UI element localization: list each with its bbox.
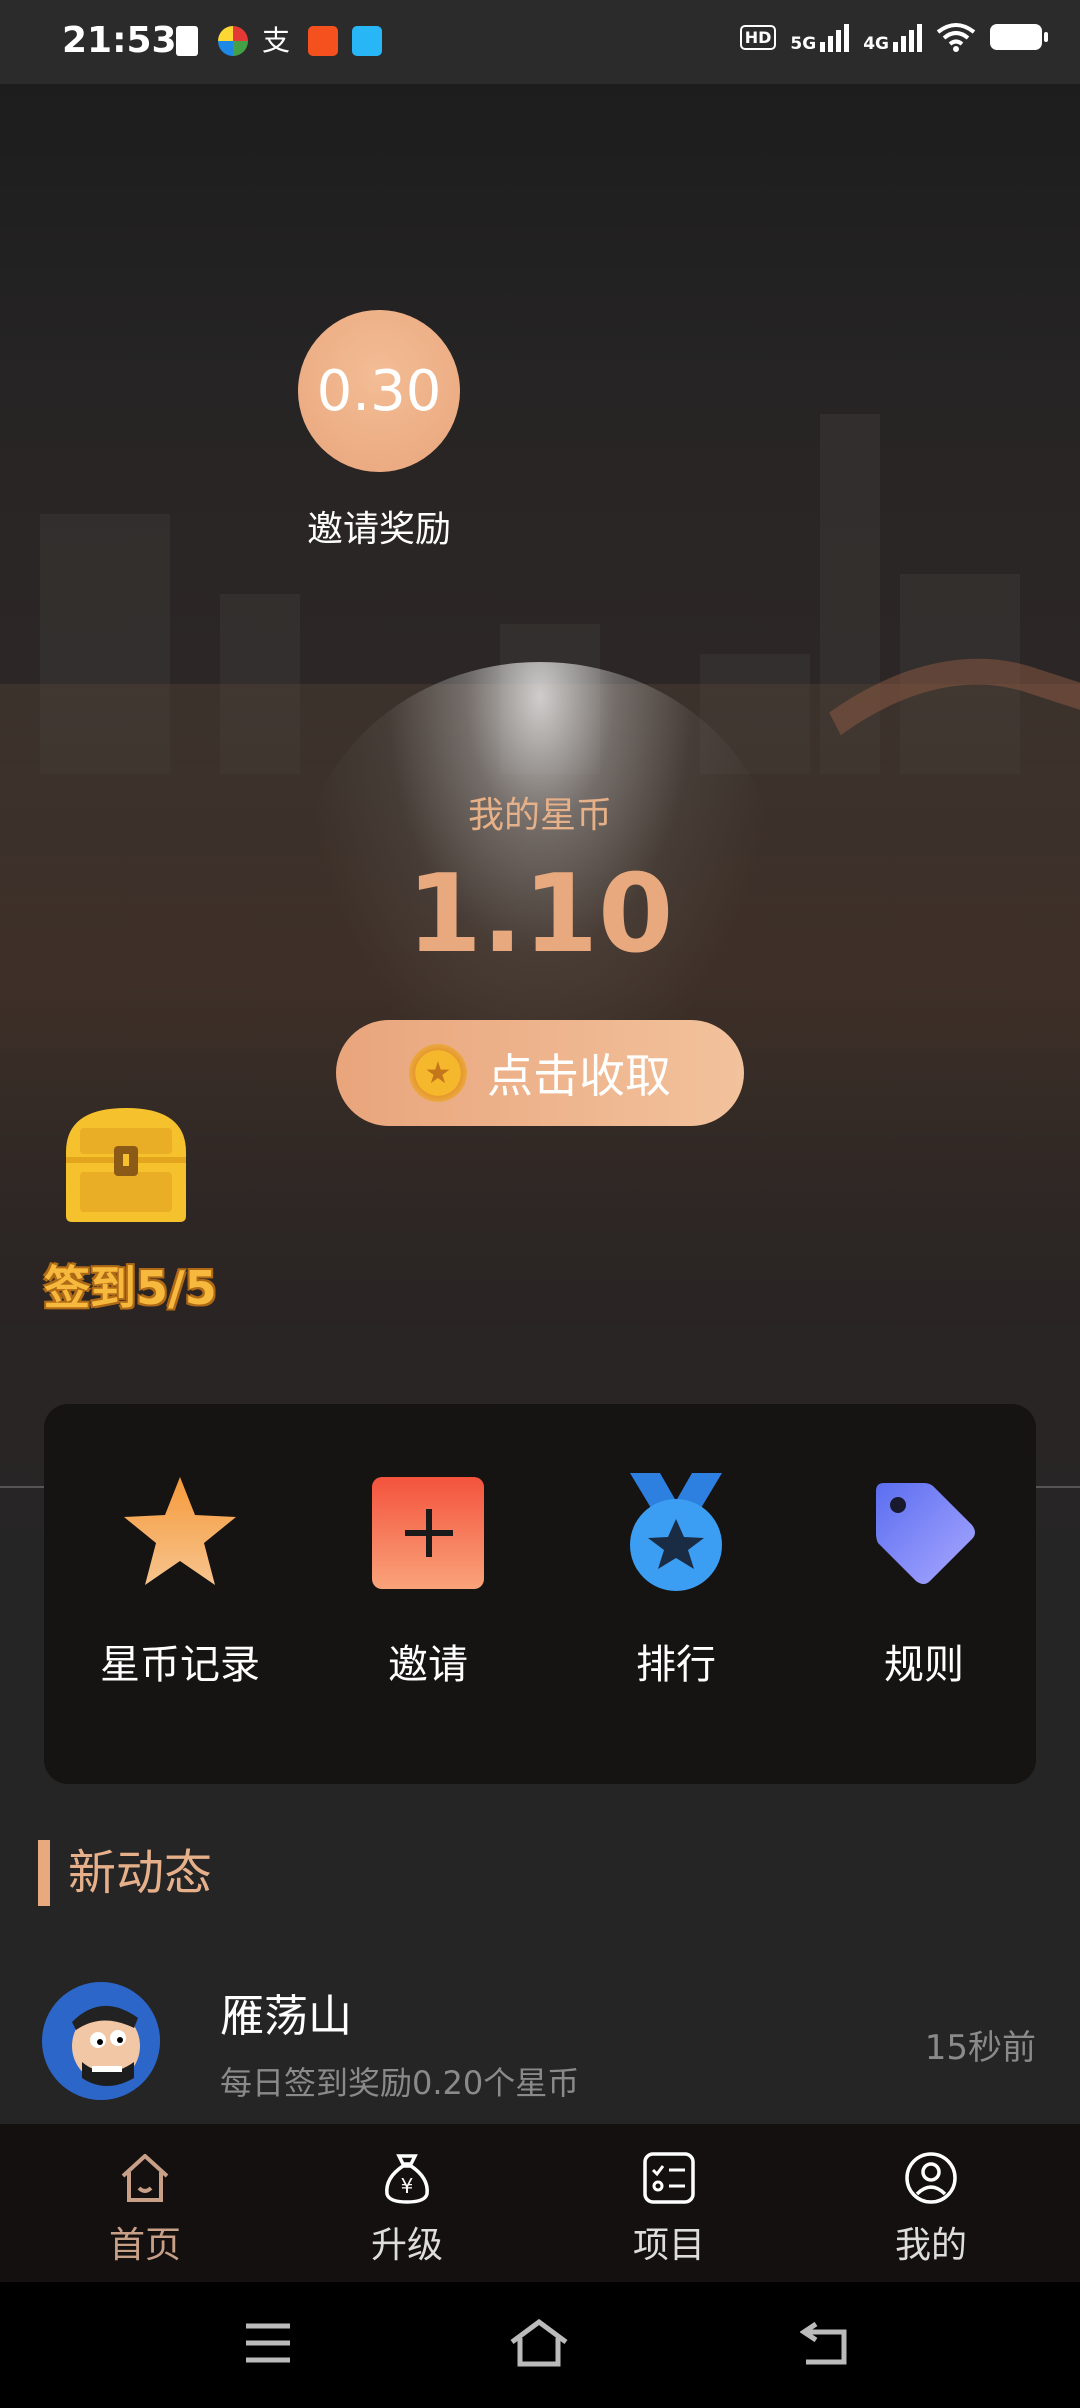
tab-upgrade[interactable]: ¥ 升级 [276,2150,538,2268]
coin-balance-title: 我的星币 [467,795,612,836]
tab-projects[interactable]: 项目 [538,2150,800,2268]
home-icon [121,2154,169,2202]
feed-user-name: 雁荡山 [220,1991,352,2042]
invite-reward-bubble[interactable]: 0.30 [298,310,460,472]
menu-label: 邀请 [388,1642,468,1688]
tab-label: 首页 [108,2225,181,2266]
quick-menu: 星币记录 邀请 排行 规则 [44,1404,1036,1784]
profile-icon [905,2152,957,2204]
section-title: 新动态 [68,1845,213,1901]
medal-icon [630,1473,722,1591]
menu-label: 星币记录 [100,1642,260,1688]
app-icon [308,26,338,56]
wifi-icon [936,23,976,52]
plus-icon [372,1477,484,1589]
signal-icon [820,22,850,52]
notification-icon [176,26,198,56]
collect-label: 点击收取 [487,1049,671,1103]
checkin-progress[interactable]: 签到5/5 [44,1252,217,1318]
tag-icon [876,1483,975,1584]
collect-button[interactable]: ★ 点击收取 [336,1020,744,1126]
system-navigation-bar [0,2282,1080,2408]
status-time: 21:53 [62,20,177,61]
feed-description: 每日签到奖励0.20个星币 [220,2064,580,2102]
signal-icon [893,22,922,52]
tab-label: 我的 [894,2225,967,2266]
app-icon [218,26,248,56]
menu-item-ranking[interactable]: 排行 [552,1468,800,1690]
menu-label: 规则 [884,1642,964,1688]
coin-icon: ★ [409,1044,467,1102]
hd-icon: HD [739,24,777,50]
tab-label: 升级 [370,2225,443,2266]
app-icon [352,26,382,56]
tab-label: 项目 [632,2225,705,2266]
menu-label: 排行 [636,1642,716,1688]
network-label: 4G [863,34,889,54]
avatar [42,1982,160,2100]
menu-icon[interactable] [244,2322,292,2364]
invite-reward-label: 邀请奖励 [306,509,451,550]
moneybag-icon: ¥ [385,2154,429,2204]
menu-item-rules[interactable]: 规则 [800,1468,1048,1690]
back-icon[interactable] [800,2320,850,2366]
section-accent-bar [38,1840,50,1906]
home-nav-icon[interactable] [508,2318,570,2368]
tab-home[interactable]: 首页 [14,2150,276,2268]
menu-item-invite[interactable]: 邀请 [304,1468,552,1690]
svg-text:¥: ¥ [401,2174,414,2198]
coin-balance-value: 1.10 [406,852,674,977]
network-label: 5G [790,34,817,54]
bottom-tab-bar: 首页 ¥ 升级 项目 我的 [0,2124,1080,2282]
battery-icon [990,24,1048,50]
tab-mine[interactable]: 我的 [800,2150,1062,2268]
checklist-icon [643,2152,695,2204]
menu-item-coin-records[interactable]: 星币记录 [56,1468,304,1690]
feed-timestamp: 15秒前 [924,2028,1036,2068]
star-icon [124,1477,236,1585]
alipay-icon: 支 [262,24,291,57]
treasure-chest-icon[interactable] [60,1102,192,1226]
status-bar: 21:53 支 HD 5G 4G [0,0,1080,84]
